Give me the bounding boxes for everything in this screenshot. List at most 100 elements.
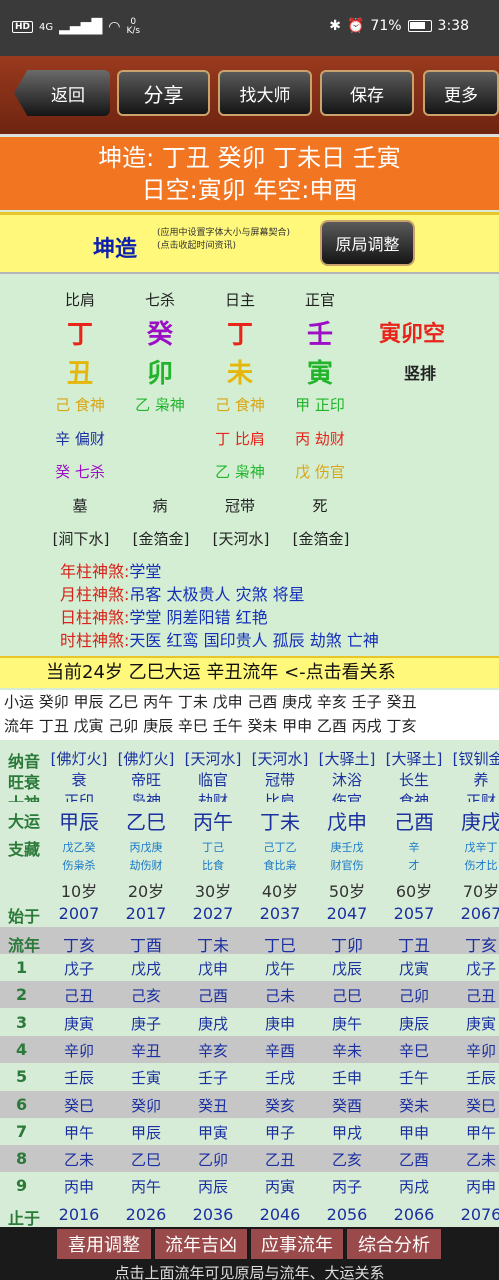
liunian-cell[interactable]: 甲午 <box>46 1122 112 1143</box>
liunian-cell[interactable]: 癸丑 <box>180 1095 246 1116</box>
liunian-cell[interactable]: 甲寅 <box>180 1122 246 1143</box>
liunian-cell[interactable]: 己未 <box>247 985 313 1006</box>
liunian-cell[interactable]: 癸巳 <box>448 1095 499 1116</box>
gender-title: 坤造 <box>93 237 138 262</box>
dayun-start-7: 2067 <box>460 904 499 923</box>
liunian-cell[interactable]: 壬子 <box>180 1067 246 1088</box>
shishen-year: 比肩 <box>64 291 95 309</box>
liunian-cell[interactable]: 庚子 <box>113 1013 179 1034</box>
liunian-cell[interactable]: 己酉 <box>180 985 246 1006</box>
gan-year: 丁 <box>66 320 93 350</box>
vertical-layout-toggle[interactable]: 竖排 <box>385 360 455 384</box>
favorable-adjust-button[interactable]: 喜用调整 <box>57 1229 151 1259</box>
liunian-cell[interactable]: 丙申 <box>46 1176 112 1197</box>
liunian-cell[interactable]: 辛卯 <box>448 1040 499 1061</box>
dayun-start-6: 2057 <box>393 904 435 923</box>
liunian-cell[interactable]: 乙丑 <box>247 1149 313 1170</box>
dayun-nayin-2: [佛灯火] <box>117 750 175 768</box>
liunian-cell[interactable]: 壬申 <box>314 1067 380 1088</box>
share-button[interactable]: 分享 <box>117 70 210 116</box>
liunian-cell[interactable]: 戊午 <box>247 958 313 979</box>
liunian-cell[interactable]: 戊子 <box>46 958 112 979</box>
find-master-button[interactable]: 找大师 <box>218 70 312 116</box>
event-liunian-button[interactable]: 应事流年 <box>251 1229 343 1259</box>
liunian-cell[interactable]: 己丑 <box>46 985 112 1006</box>
liunian-cell[interactable]: 癸卯 <box>113 1095 179 1116</box>
hidden-hour-2: 丙 劫财 <box>295 430 345 448</box>
liunian-cell[interactable]: 壬辰 <box>448 1067 499 1088</box>
liunian-cell[interactable]: 辛卯 <box>46 1040 112 1061</box>
liunian-cell[interactable]: 癸酉 <box>314 1095 380 1116</box>
dayun-shishen-5: 伤官 <box>331 792 362 802</box>
liunian-cell[interactable]: 己亥 <box>113 985 179 1006</box>
liunian-cell[interactable]: 丙寅 <box>247 1176 313 1197</box>
dayun-pillar-4: 丁未 <box>260 810 300 834</box>
liunian-cell[interactable]: 癸巳 <box>46 1095 112 1116</box>
more-button[interactable]: 更多 <box>423 70 499 116</box>
liunian-cell[interactable]: 癸亥 <box>247 1095 313 1116</box>
wifi-icon: ◠ <box>108 19 121 35</box>
liunian-cell[interactable]: 己巳 <box>314 985 380 1006</box>
liunian-cell[interactable]: 戊辰 <box>314 958 380 979</box>
label-shiyu: 始于 <box>8 907 41 926</box>
liunian-cell[interactable]: 壬辰 <box>46 1067 112 1088</box>
liunian-cell[interactable]: 丙申 <box>448 1176 499 1197</box>
liunian-cell[interactable]: 甲辰 <box>113 1122 179 1143</box>
liunian-cell[interactable]: 丙戌 <box>381 1176 447 1197</box>
info-bar[interactable]: 坤造 (应用中设置字体大小与屏幕契合) (点击收起时间资讯) 原局调整 <box>0 212 499 274</box>
liunian-cell[interactable]: 丙午 <box>113 1176 179 1197</box>
liunian-cell[interactable]: 己卯 <box>381 985 447 1006</box>
share-label: 分享 <box>143 82 184 107</box>
shensha-month-value: 吊客 太极贵人 灾煞 将星 <box>129 585 305 604</box>
liunian-cell[interactable]: 壬寅 <box>113 1067 179 1088</box>
liunian-cell[interactable]: 乙酉 <box>381 1149 447 1170</box>
liunian-cell[interactable]: 戊申 <box>180 958 246 979</box>
liunian-cell[interactable]: 庚寅 <box>46 1013 112 1034</box>
liunian-cell[interactable]: 辛酉 <box>247 1040 313 1061</box>
liunian-cell[interactable]: 辛亥 <box>180 1040 246 1061</box>
dayun-zhicang-god-7: 伤才比 <box>464 859 498 872</box>
liunian-cell[interactable]: 甲子 <box>247 1122 313 1143</box>
adjust-chart-button[interactable]: 原局调整 <box>320 220 415 266</box>
liunian-cell[interactable]: 壬戌 <box>247 1067 313 1088</box>
liunian-cell[interactable]: 癸未 <box>381 1095 447 1116</box>
liunian-cell[interactable]: 乙未 <box>46 1149 112 1170</box>
liunian-cell[interactable]: 己丑 <box>448 985 499 1006</box>
liunian-cell[interactable]: 乙卯 <box>180 1149 246 1170</box>
liunian-cell[interactable]: 庚戌 <box>180 1013 246 1034</box>
dayun-zhicang-god-5: 财官伤 <box>330 859 364 872</box>
liunian-cell[interactable]: 辛未 <box>314 1040 380 1061</box>
liunian-cell[interactable]: 戊戌 <box>113 958 179 979</box>
liunian-cell[interactable]: 戊寅 <box>381 958 447 979</box>
liunian-cell[interactable]: 甲午 <box>448 1122 499 1143</box>
liunian-cell[interactable]: 戊子 <box>448 958 499 979</box>
liunian-cell[interactable]: 丙辰 <box>180 1176 246 1197</box>
liunian-cell[interactable]: 庚申 <box>247 1013 313 1034</box>
liunian-cell[interactable]: 乙巳 <box>113 1149 179 1170</box>
nayin-hour: [金箔金] <box>292 530 350 548</box>
dayun-age-1: 10岁 <box>60 882 98 901</box>
network-speed: 0 K/s <box>126 17 141 36</box>
dayun-table: 纳音[佛灯火][佛灯火][天河水][天河水][大驿土][大驿土][钗钏金]旺衰衰… <box>0 742 499 1227</box>
liunian-cell[interactable]: 庚午 <box>314 1013 380 1034</box>
liunian-fortune-button[interactable]: 流年吉凶 <box>155 1229 247 1259</box>
shensha-day: 日柱神煞:学堂 阴差阳错 红艳 <box>60 606 379 629</box>
liunian-cell[interactable]: 辛丑 <box>113 1040 179 1061</box>
liunian-cell[interactable]: 丙子 <box>314 1176 380 1197</box>
current-period-bar[interactable]: 当前24岁 乙巳大运 辛丑流年 <-点击看关系 <box>0 656 499 688</box>
dayun-zhicang-stem-3: 丁己 <box>202 841 224 854</box>
back-button[interactable]: 返回 <box>14 70 110 116</box>
save-button[interactable]: 保存 <box>320 70 414 116</box>
analysis-button[interactable]: 综合分析 <box>347 1229 441 1259</box>
liunian-cell[interactable]: 甲戌 <box>314 1122 380 1143</box>
liunian-cell[interactable]: 甲申 <box>381 1122 447 1143</box>
liunian-cell[interactable]: 庚寅 <box>448 1013 499 1034</box>
liunian-cell[interactable]: 辛巳 <box>381 1040 447 1061</box>
row-number-2: 2 <box>16 985 28 1005</box>
liunian-cell[interactable]: 壬午 <box>381 1067 447 1088</box>
header-line1: 坤造: 丁丑 癸卯 丁未日 壬寅 <box>98 144 401 172</box>
liunian-cell[interactable]: 乙未 <box>448 1149 499 1170</box>
liunian-cell[interactable]: 庚辰 <box>381 1013 447 1034</box>
liunian-cell[interactable]: 乙亥 <box>314 1149 380 1170</box>
clock: 3:38 <box>437 18 469 34</box>
